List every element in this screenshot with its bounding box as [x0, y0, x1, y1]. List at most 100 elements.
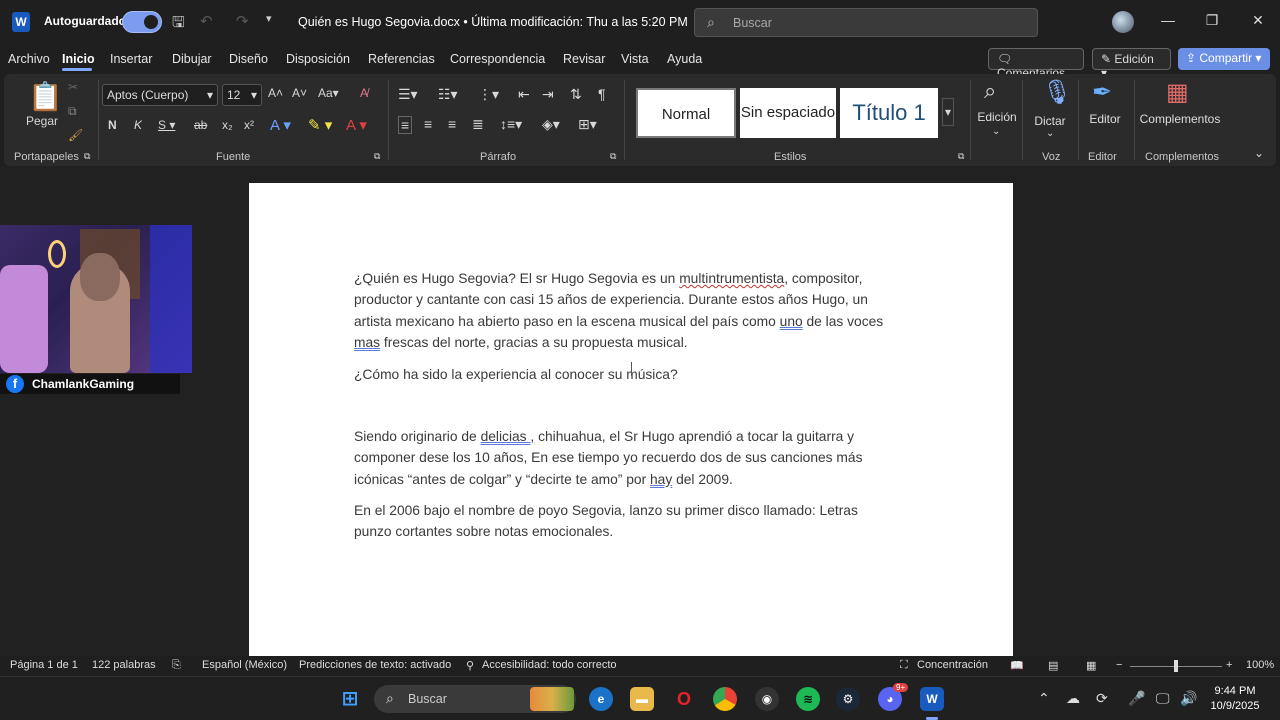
tab-insertar[interactable]: Insertar — [110, 52, 152, 66]
paragraph[interactable]: En el 2006 bajo el nombre de poyo Segovi… — [354, 500, 899, 543]
tab-archivo[interactable]: Archivo — [8, 52, 50, 66]
italic-icon[interactable]: K — [134, 118, 142, 132]
show-hidden-icons[interactable]: ⌃ — [1038, 690, 1050, 707]
grammar-suggestion[interactable]: delicias , — [481, 429, 535, 444]
tab-diseno[interactable]: Diseño — [229, 52, 268, 66]
customize-quick-access-icon[interactable]: ▾ — [266, 12, 272, 25]
document-page[interactable]: ¿Quién es Hugo Segovia? El sr Hugo Segov… — [249, 183, 1013, 656]
align-left-icon[interactable]: ≡ — [398, 116, 413, 134]
tab-inicio[interactable]: Inicio — [62, 52, 95, 66]
text-effects-icon[interactable]: A ▾ — [270, 116, 291, 134]
tab-referencias[interactable]: Referencias — [368, 52, 435, 66]
language[interactable]: Español (México) — [202, 659, 287, 671]
steam-icon[interactable]: ⚙ — [836, 687, 860, 711]
dialog-launcher-icon[interactable]: ⧉ — [374, 151, 380, 162]
minimize-button[interactable]: — — [1158, 12, 1178, 28]
chevron-down-icon[interactable]: ⌄ — [1046, 128, 1054, 139]
collapse-ribbon-icon[interactable]: ⌄ — [1254, 146, 1264, 160]
close-button[interactable]: ✕ — [1248, 12, 1268, 29]
bold-icon[interactable]: N — [108, 118, 117, 132]
page-count[interactable]: Página 1 de 1 — [10, 659, 78, 671]
paragraph[interactable]: ¿Quién es Hugo Segovia? El sr Hugo Segov… — [354, 268, 899, 353]
chrome-icon[interactable] — [713, 687, 737, 711]
paragraph[interactable]: ¿Cómo ha sido la experiencia al conocer … — [354, 364, 899, 385]
word-count[interactable]: 122 palabras — [92, 659, 156, 671]
shading-icon[interactable]: ◈▾ — [542, 116, 560, 133]
zoom-level[interactable]: 100% — [1246, 659, 1274, 671]
paragraph[interactable]: Siendo originario de delicias , chihuahu… — [354, 426, 899, 490]
dialog-launcher-icon[interactable]: ⧉ — [84, 151, 90, 162]
editor-pen-icon[interactable]: ✒ — [1092, 78, 1112, 107]
volume-icon[interactable]: 🔊 — [1180, 690, 1197, 707]
align-center-icon[interactable]: ≡ — [424, 116, 432, 132]
grammar-suggestion[interactable]: mas — [354, 335, 380, 350]
spelling-error[interactable]: multintrumentista — [679, 271, 784, 286]
windows-start-icon[interactable]: ⊞ — [338, 687, 362, 711]
redo-icon[interactable]: ↷ — [236, 12, 249, 30]
dialog-launcher-icon[interactable]: ⧉ — [958, 151, 964, 162]
clock[interactable]: 9:44 PM 10/9/2025 — [1200, 684, 1270, 714]
tab-ayuda[interactable]: Ayuda — [667, 52, 702, 66]
network-icon[interactable]: 🖵 — [1156, 690, 1170, 707]
chevron-down-icon[interactable]: ⌄ — [650, 14, 659, 27]
bullets-icon[interactable]: ☰▾ — [398, 86, 418, 103]
web-layout-icon[interactable]: ▦ — [1086, 659, 1096, 672]
style-no-spacing[interactable]: Sin espaciado — [740, 88, 836, 138]
undo-icon[interactable]: ↶ — [200, 12, 213, 30]
show-marks-icon[interactable]: ¶ — [598, 86, 606, 102]
dictate-label[interactable]: Dictar — [1028, 114, 1072, 128]
read-mode-icon[interactable]: 📖 — [1010, 659, 1024, 672]
accessibility-status[interactable]: Accesibilidad: todo correcto — [482, 659, 617, 671]
style-heading-1[interactable]: Título 1 — [840, 88, 938, 138]
numbering-icon[interactable]: ☷▾ — [438, 86, 458, 103]
file-explorer-icon[interactable]: ▬ — [630, 687, 654, 711]
zoom-in-icon[interactable]: + — [1226, 659, 1232, 671]
restore-button[interactable]: ❐ — [1202, 12, 1222, 29]
find-icon[interactable]: ⌕ — [984, 78, 996, 104]
tab-correspondencia[interactable]: Correspondencia — [450, 52, 545, 66]
comments-button[interactable]: 🗨 Comentarios — [988, 48, 1084, 80]
chevron-down-icon[interactable]: ⌄ — [992, 126, 1000, 137]
cut-icon[interactable]: ✂ — [68, 80, 78, 94]
zoom-slider-thumb[interactable] — [1174, 660, 1178, 672]
editor-label[interactable]: Editor — [1084, 112, 1126, 126]
justify-icon[interactable]: ≣ — [472, 116, 484, 133]
shrink-font-icon[interactable]: A˅ — [292, 86, 307, 100]
decrease-indent-icon[interactable]: ⇤ — [518, 86, 530, 103]
highlight-icon[interactable]: ✎ ▾ — [308, 116, 332, 134]
underline-icon[interactable]: S ▾ — [158, 118, 175, 132]
share-button[interactable]: ⇪ Compartir ▾ — [1178, 48, 1270, 70]
microphone-tray-icon[interactable]: 🎤 — [1128, 690, 1145, 707]
multilevel-list-icon[interactable]: ⋮▾ — [478, 86, 499, 103]
print-layout-icon[interactable]: ▤ — [1048, 659, 1058, 672]
save-icon[interactable]: 🖫 — [172, 12, 185, 37]
spotify-icon[interactable]: ≋ — [796, 687, 820, 711]
editing-label[interactable]: Edición — [972, 110, 1022, 124]
autosave-toggle[interactable] — [122, 11, 162, 33]
focus-icon[interactable]: ⛶ — [900, 659, 908, 672]
grammar-suggestion[interactable]: uno — [780, 314, 803, 329]
text-predictions[interactable]: Predicciones de texto: activado — [299, 659, 451, 671]
grammar-suggestion[interactable]: hay — [650, 472, 672, 487]
word-taskbar-icon[interactable]: W — [920, 687, 944, 711]
sync-icon[interactable]: ⟳ — [1096, 690, 1108, 707]
add-ins-label[interactable]: Complementos — [1138, 112, 1222, 126]
proofing-icon[interactable]: ⎘ — [172, 659, 181, 672]
tab-revisar[interactable]: Revisar — [563, 52, 605, 66]
onedrive-icon[interactable]: ☁ — [1066, 690, 1080, 707]
sort-icon[interactable]: ⇅ — [570, 86, 582, 103]
increase-indent-icon[interactable]: ⇥ — [542, 86, 554, 103]
editing-mode-button[interactable]: ✎ Edición ▾ — [1092, 48, 1171, 80]
copy-icon[interactable]: ⧉ — [68, 104, 77, 119]
styles-more-icon[interactable]: ▾ — [942, 98, 955, 126]
font-size-select[interactable]: 12 ▾ — [222, 84, 262, 106]
grow-font-icon[interactable]: A˄ — [268, 86, 283, 100]
add-ins-grid-icon[interactable]: ▦ — [1166, 78, 1189, 107]
search-input[interactable]: ⌕ Buscar — [694, 8, 1038, 37]
tab-dibujar[interactable]: Dibujar — [172, 52, 212, 66]
strikethrough-icon[interactable]: ab — [194, 118, 207, 132]
opera-icon[interactable]: O — [672, 687, 696, 711]
clear-formatting-icon[interactable]: A̸ — [360, 86, 368, 100]
paste-icon[interactable]: 📋 — [28, 80, 63, 113]
paste-label[interactable]: Pegar — [26, 114, 58, 128]
